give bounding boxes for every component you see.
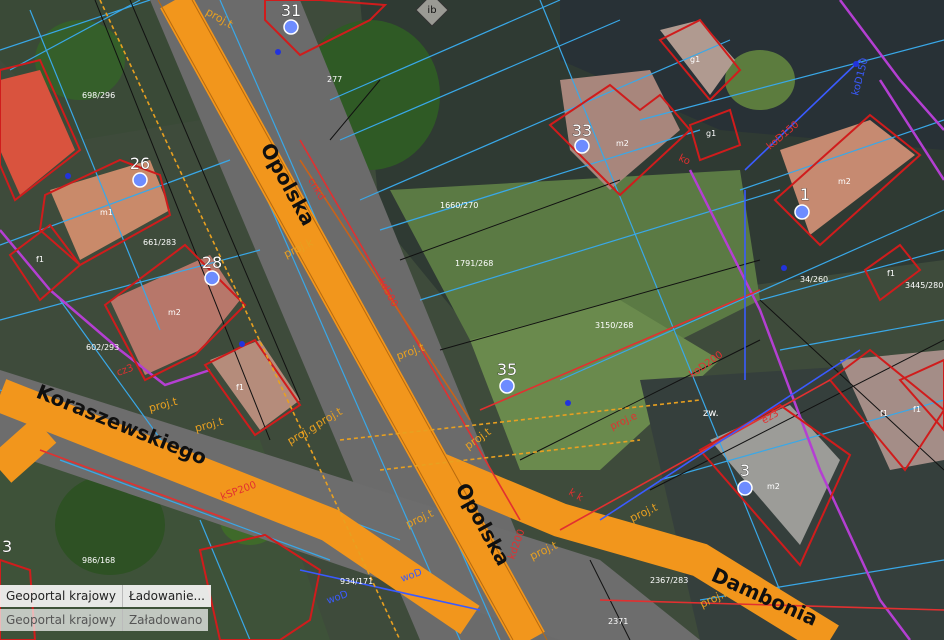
layer-source-label: Geoportal krajowy <box>0 609 123 631</box>
building-code: m2 <box>168 308 181 317</box>
building-number-3-left: 3 <box>2 537 12 556</box>
building-code: f1 <box>36 255 44 264</box>
building-code: m1 <box>100 208 113 217</box>
parcel-label: 3150/268 <box>595 321 633 330</box>
building-number-26: 26 <box>130 154 150 173</box>
building-code: g1 <box>690 55 700 64</box>
building-number-28: 28 <box>202 253 222 272</box>
layer-source-label: Geoportal krajowy <box>0 585 123 607</box>
building-code: m2 <box>838 177 851 186</box>
parcel-label: 661/283 <box>143 238 176 247</box>
layer-status-row-loaded: Geoportal krajowy Załadowano <box>0 609 292 631</box>
parcel-label: 2367/283 <box>650 576 688 585</box>
layer-state-label: Załadowano <box>122 609 209 631</box>
building-code: g1 <box>706 129 716 138</box>
parcel-label: 277 <box>327 75 342 84</box>
building-number-35: 35 <box>497 360 517 379</box>
building-number-3: 3 <box>740 461 750 480</box>
parcel-label: 934/171 <box>340 577 373 586</box>
building-code: f1 <box>887 269 895 278</box>
layer-state-label: Ładowanie... <box>122 585 211 607</box>
building-number-1: 1 <box>800 185 810 204</box>
building-code: zw. <box>703 408 719 419</box>
parcel-label: 698/296 <box>82 91 115 100</box>
parcel-label: 986/168 <box>82 556 115 565</box>
parcel-label: 2371 <box>608 617 628 626</box>
layer-status-row-loading: Geoportal krajowy Ładowanie... <box>0 585 292 607</box>
map-canvas[interactable]: ib Opolska Opolska Koraszewskiego Dambon… <box>0 0 944 640</box>
ib-badge: ib <box>427 5 436 16</box>
parcel-label: 602/293 <box>86 343 119 352</box>
building-code: m2 <box>767 482 780 491</box>
building-code: m2 <box>616 139 629 148</box>
parcel-label: 1660/270 <box>440 201 478 210</box>
layer-status-panel: Geoportal krajowy Ładowanie... Geoportal… <box>0 585 292 633</box>
parcel-label: 3445/280 <box>905 281 943 290</box>
building-code: f1 <box>880 409 888 418</box>
parcel-label: 34/260 <box>800 275 828 284</box>
building-number-33: 33 <box>572 121 592 140</box>
parcel-label: 1791/268 <box>455 259 493 268</box>
building-code: f1 <box>236 383 244 392</box>
building-number-31: 31 <box>281 1 301 20</box>
building-code: f1 <box>913 405 921 414</box>
